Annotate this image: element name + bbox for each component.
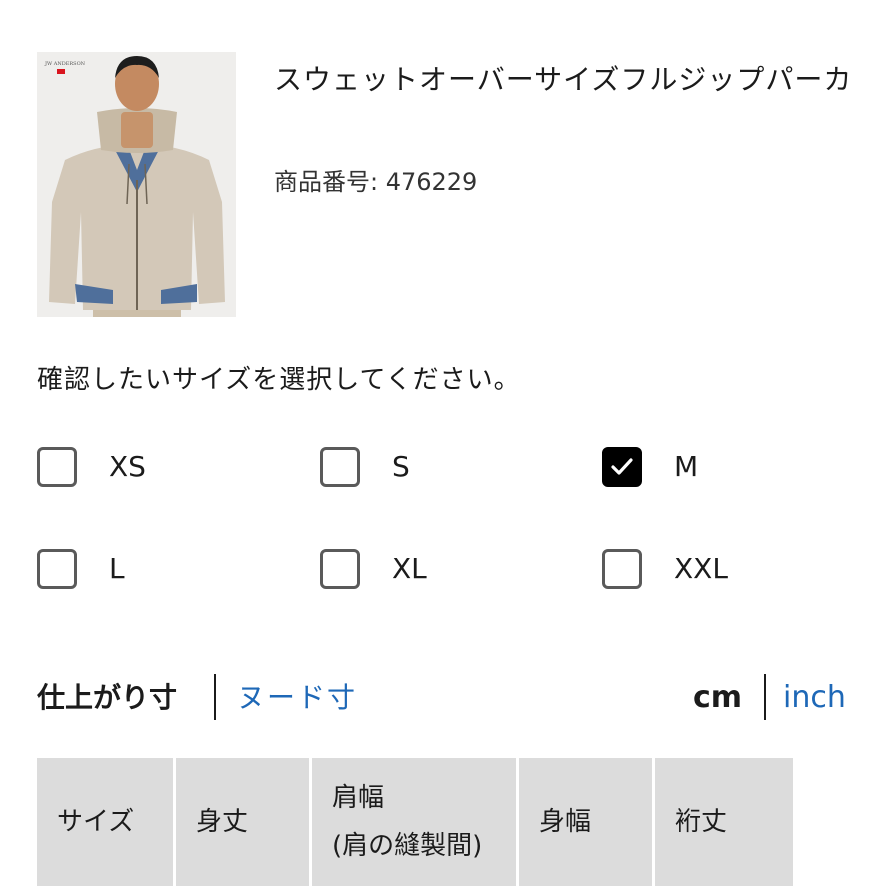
size-option-xl[interactable]: XL (320, 549, 560, 597)
header-sleeve: 裄丈 (655, 758, 793, 886)
unit-cm-toggle[interactable]: cm (693, 678, 742, 718)
size-label: L (109, 552, 125, 585)
size-label: XS (109, 450, 146, 483)
checkbox-unchecked-icon[interactable] (320, 549, 360, 589)
table-header-row: サイズ 身丈 肩幅 (肩の縫製間) 身幅 裄丈 (37, 758, 793, 886)
product-number: 商品番号: 476229 (274, 168, 478, 196)
size-instruction: 確認したいサイズを選択してください。 (37, 365, 521, 395)
checkbox-checked-icon[interactable] (602, 447, 642, 487)
size-option-s[interactable]: S (320, 447, 560, 495)
product-image: JW ANDERSON (37, 52, 236, 317)
size-option-xxl[interactable]: XXL (602, 549, 842, 597)
unit-inch-toggle[interactable]: inch (783, 678, 846, 718)
header-shoulder-note: (肩の縫製間) (332, 831, 483, 861)
size-label: M (674, 450, 699, 483)
tab-divider (214, 674, 216, 720)
checkbox-unchecked-icon[interactable] (320, 447, 360, 487)
header-length: 身丈 (176, 758, 309, 886)
unit-divider (764, 674, 766, 720)
checkbox-unchecked-icon[interactable] (37, 447, 77, 487)
svg-text:JW ANDERSON: JW ANDERSON (44, 61, 86, 67)
size-option-l[interactable]: L (37, 549, 277, 597)
product-photo: JW ANDERSON (37, 52, 236, 317)
size-label: XXL (674, 552, 728, 585)
product-title: スウェットオーバーサイズフルジップパーカ (274, 63, 853, 96)
size-label: S (392, 450, 410, 483)
tab-body-size[interactable]: ヌード寸 (237, 678, 357, 718)
checkbox-unchecked-icon[interactable] (37, 549, 77, 589)
header-size: サイズ (37, 758, 173, 886)
size-option-xs[interactable]: XS (37, 447, 277, 495)
header-shoulder: 肩幅 (肩の縫製間) (312, 758, 516, 886)
header-shoulder-label: 肩幅 (332, 783, 385, 813)
size-label: XL (392, 552, 427, 585)
size-chart-table: サイズ 身丈 肩幅 (肩の縫製間) 身幅 裄丈 (34, 758, 796, 886)
checkmark-icon (611, 458, 633, 475)
header-width: 身幅 (519, 758, 652, 886)
tab-finished-size[interactable]: 仕上がり寸 (37, 678, 177, 718)
checkbox-unchecked-icon[interactable] (602, 549, 642, 589)
measurement-tab-bar: 仕上がり寸 ヌード寸 cm inch (37, 672, 849, 724)
size-option-m[interactable]: M (602, 447, 842, 495)
